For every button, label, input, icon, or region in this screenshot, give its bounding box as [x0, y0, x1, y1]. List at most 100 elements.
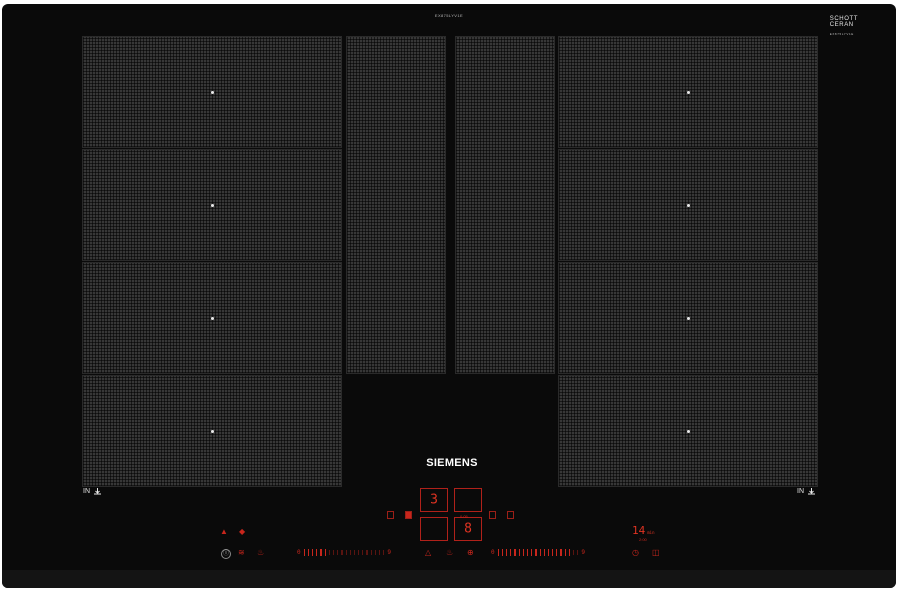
slider-tick[interactable] — [349, 550, 351, 555]
flex-zone-icon — [94, 488, 101, 495]
slider-tick[interactable] — [568, 549, 570, 556]
slider-tick[interactable] — [552, 549, 554, 556]
power-level-digit: 8 — [464, 521, 472, 537]
in-label-right: IN — [797, 488, 816, 495]
ceran-text: CERAN — [829, 22, 854, 28]
move-up-icon[interactable]: ▲ — [220, 528, 228, 536]
power-button[interactable]: Ⓘ — [221, 549, 231, 559]
slider-tick[interactable] — [535, 549, 537, 556]
center-zone-left[interactable] — [346, 36, 446, 374]
boost-icon[interactable]: ⊕ — [467, 549, 474, 557]
slider-tick[interactable] — [526, 549, 529, 556]
slider-tick[interactable] — [556, 549, 558, 556]
slider-end-label: 9 — [387, 549, 391, 556]
zone-center-dot — [211, 317, 214, 320]
slider-tick[interactable] — [522, 549, 524, 556]
heat-icon[interactable]: ♨ — [446, 549, 453, 557]
in-label-text: IN — [83, 488, 90, 495]
zone-indicator-left-2[interactable] — [405, 511, 412, 519]
slider-tick[interactable] — [510, 549, 512, 556]
right-zone-4[interactable] — [558, 375, 818, 487]
warning-icon[interactable]: △ — [425, 549, 431, 557]
slider-tick[interactable] — [312, 549, 314, 556]
timer-icon[interactable]: ◷ — [632, 549, 639, 557]
slider-tick[interactable] — [379, 550, 381, 555]
glass-model-text: EX875LYV1E — [829, 32, 854, 36]
right-zone-3[interactable] — [558, 262, 818, 374]
slider-tick[interactable] — [506, 549, 508, 556]
slider-start-label: 0 — [491, 549, 495, 556]
slider-tick[interactable] — [353, 550, 356, 555]
slider-tick[interactable] — [497, 549, 499, 556]
power-slider-left[interactable]: 0 9 — [295, 548, 393, 557]
zone-center-dot — [687, 317, 690, 320]
power-level-digit: 3 — [430, 492, 438, 508]
left-zone-3[interactable] — [82, 262, 342, 374]
slider-start-label: 0 — [297, 549, 301, 556]
power-display-lower-right[interactable]: 8 — [454, 517, 482, 541]
power-display-upper-left[interactable]: 3 — [420, 488, 448, 512]
slider-tick[interactable] — [501, 549, 503, 556]
slider-tick[interactable] — [316, 549, 318, 556]
slider-tick[interactable] — [547, 549, 550, 556]
slider-tick[interactable] — [514, 549, 516, 556]
extractor-icon[interactable]: ≋ — [238, 549, 245, 557]
slider-ticks — [303, 549, 385, 556]
zone-center-dot — [687, 91, 690, 94]
slider-tick[interactable] — [374, 550, 376, 555]
slider-tick[interactable] — [332, 550, 335, 555]
zone-indicator-right-1[interactable] — [489, 511, 496, 519]
power-display-lower-left[interactable] — [420, 517, 448, 541]
slider-tick[interactable] — [324, 549, 326, 556]
zone-center-dot — [211, 430, 214, 433]
slider-tick[interactable] — [362, 550, 364, 555]
power-slider-right[interactable]: 0 9 — [489, 548, 587, 557]
slider-end-label: 9 — [581, 549, 585, 556]
induction-cooktop: EX875LYV1E SCHOTT CERAN EX875LYV1E SIEME… — [2, 4, 896, 588]
slider-tick[interactable] — [337, 550, 339, 555]
wifi-icon[interactable]: ◆ — [239, 528, 245, 536]
slider-tick[interactable] — [341, 550, 343, 555]
slider-tick[interactable] — [303, 549, 305, 556]
menu-icon[interactable]: ◫ — [652, 549, 660, 557]
right-zone-1[interactable] — [558, 36, 818, 148]
slider-tick[interactable] — [307, 549, 309, 556]
slider-tick[interactable] — [560, 549, 562, 556]
slider-tick[interactable] — [345, 550, 347, 555]
slider-tick[interactable] — [383, 550, 385, 555]
power-display-upper-right[interactable] — [454, 488, 482, 512]
slider-tick[interactable] — [577, 550, 579, 555]
slider-tick[interactable] — [370, 550, 372, 555]
slider-tick[interactable] — [366, 550, 368, 555]
zone-center-dot — [687, 430, 690, 433]
slider-tick[interactable] — [543, 549, 545, 556]
timer-sub-value: 2:00 — [639, 537, 647, 542]
right-zone-2[interactable] — [558, 149, 818, 261]
schott-ceran-logo: SCHOTT CERAN EX875LYV1E — [830, 16, 858, 37]
zone-center-dot — [211, 91, 214, 94]
timer-unit: min — [647, 530, 655, 535]
left-zone-4[interactable] — [82, 375, 342, 487]
slider-tick[interactable] — [320, 549, 322, 556]
timer-value: 14 — [632, 524, 646, 537]
zone-center-dot — [687, 204, 690, 207]
model-label: EX875LYV1E — [434, 13, 464, 18]
left-zone-2[interactable] — [82, 149, 342, 261]
flex-zone-icon — [808, 488, 815, 495]
left-zone-1[interactable] — [82, 36, 342, 148]
slider-tick[interactable] — [564, 549, 566, 556]
zone-center-dot — [211, 204, 214, 207]
fan-icon[interactable]: ♨ — [257, 549, 264, 557]
zone-indicator-left-1[interactable] — [387, 511, 394, 519]
slider-tick[interactable] — [531, 549, 533, 556]
in-label-text: IN — [797, 488, 804, 495]
in-label-left: IN — [83, 488, 102, 495]
timer-display[interactable]: 14 min — [632, 524, 654, 537]
slider-tick[interactable] — [518, 549, 520, 556]
slider-tick[interactable] — [358, 550, 360, 555]
slider-tick[interactable] — [539, 549, 541, 556]
slider-tick[interactable] — [328, 550, 330, 555]
center-zone-right[interactable] — [455, 36, 555, 374]
zone-indicator-right-2[interactable] — [507, 511, 514, 519]
slider-tick[interactable] — [573, 550, 575, 555]
